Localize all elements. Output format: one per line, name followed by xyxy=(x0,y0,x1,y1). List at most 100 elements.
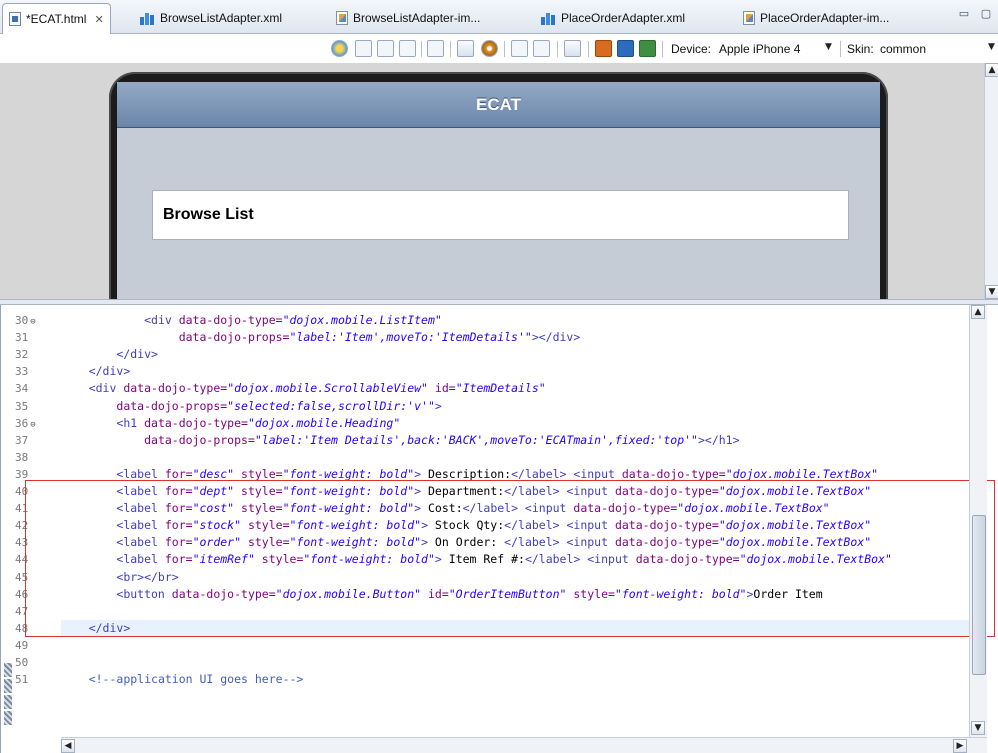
fit-screen-icon[interactable] xyxy=(427,40,444,57)
fold-toggle-icon[interactable]: ⊖ xyxy=(30,317,35,327)
scroll-left-icon[interactable]: ◀ xyxy=(61,739,75,753)
code-token: > xyxy=(434,552,442,567)
code-token: for= xyxy=(164,535,193,550)
code-line[interactable] xyxy=(61,654,969,671)
line-number-text: 33 xyxy=(15,365,29,379)
minimize-icon[interactable]: ▭ xyxy=(958,7,970,20)
code-token: "font-weight: bold" xyxy=(282,484,415,498)
code-token: "font-weight: bold" xyxy=(282,501,415,516)
tab-ecat-html[interactable]: *ECAT.html ✕ xyxy=(2,3,111,34)
outline-icon[interactable] xyxy=(377,40,394,57)
editor-horizontal-scrollbar[interactable]: ◀ ▶ xyxy=(61,737,987,753)
line-number: 41 xyxy=(15,500,59,517)
code-token: > xyxy=(421,535,428,550)
code-line[interactable]: </div> xyxy=(61,346,969,363)
code-line[interactable]: <!--application UI goes here--> xyxy=(61,671,969,688)
tab-browselistadapter-xml[interactable]: BrowseListAdapter.xml xyxy=(140,6,282,30)
ie-preview-icon[interactable] xyxy=(617,40,634,57)
code-token: "dojox.mobile.TextBox" xyxy=(739,552,892,567)
tab-label: BrowseListAdapter.xml xyxy=(160,11,283,25)
tab-browselistadapter-impl[interactable]: BrowseListAdapter-im... xyxy=(336,6,480,30)
line-number: 34 xyxy=(15,380,59,397)
code-token: data-dojo-type= xyxy=(614,484,719,498)
code-line[interactable]: <h1 data-dojo-type="dojox.mobile.Heading… xyxy=(61,415,969,432)
maximize-icon[interactable]: ▢ xyxy=(980,7,992,20)
code-line[interactable]: <label for="itemRef" style="font-weight:… xyxy=(61,551,969,568)
fold-toggle-icon[interactable]: ⊖ xyxy=(30,420,35,430)
code-line[interactable] xyxy=(61,637,969,654)
split-vertical-icon[interactable] xyxy=(533,40,550,57)
firefox-preview-icon[interactable] xyxy=(595,40,612,57)
code-token: </label> <input xyxy=(524,552,636,567)
code-line[interactable]: data-dojo-props="selected:false,scrollDi… xyxy=(61,398,969,415)
source-editor[interactable]: 30 ⊖ 31 32 33 34 35 36 ⊖ 37 38 39 40 41 42 43 44 45 46 47 48… xyxy=(0,305,998,753)
tab-placeorderadapter-impl[interactable]: PlaceOrderAdapter-im... xyxy=(743,6,889,30)
code-token: data-dojo-props= xyxy=(144,432,255,447)
skin-label: Skin: xyxy=(847,42,874,56)
code-line[interactable]: <label for="desc" style="font-weight: bo… xyxy=(61,466,969,483)
preview-scrollbar[interactable]: ▲ ▼ xyxy=(984,63,998,300)
line-number: 32 xyxy=(15,346,59,363)
code-line[interactable] xyxy=(61,449,969,466)
mobile-heading[interactable]: ECAT xyxy=(117,82,880,128)
code-token: style= xyxy=(566,586,615,601)
code-line[interactable]: <button data-dojo-type="dojox.mobile.But… xyxy=(61,586,969,603)
code-token: style= xyxy=(234,484,283,498)
code-token: <div xyxy=(144,313,179,327)
safari-preview-icon[interactable] xyxy=(639,40,656,57)
toolbar-separator xyxy=(450,41,451,57)
scroll-right-icon[interactable]: ▶ xyxy=(953,739,967,753)
chevron-down-icon[interactable]: ▼ xyxy=(988,42,995,52)
code-token: data-dojo-props= xyxy=(116,398,228,413)
scroll-thumb[interactable] xyxy=(972,515,986,675)
code-token: style= xyxy=(234,466,283,481)
code-line[interactable]: data-dojo-props="label:'Item Details',ba… xyxy=(61,432,969,449)
code-line[interactable]: <label for="order" style="font-weight: b… xyxy=(61,534,969,551)
split-horizontal-icon[interactable] xyxy=(511,40,528,57)
code-token: "order" xyxy=(192,535,242,550)
code-token: "dojox.mobile.TextBox" xyxy=(725,466,879,481)
code-line[interactable]: data-dojo-props="label:'Item',moveTo:'It… xyxy=(61,329,969,346)
line-number: 31 xyxy=(15,329,59,346)
code-token: "dojox.mobile.Heading" xyxy=(247,415,401,430)
code-line[interactable]: <label for="stock" style="font-weight: b… xyxy=(61,517,969,534)
skin-select[interactable]: common xyxy=(880,42,926,56)
code-line[interactable]: <div data-dojo-type="dojox.mobile.Scroll… xyxy=(61,380,969,397)
code-line[interactable] xyxy=(61,603,969,620)
code-line[interactable]: <br></br> xyxy=(61,569,969,586)
code-token: data-dojo-type= xyxy=(171,586,276,601)
close-icon[interactable]: ✕ xyxy=(94,13,103,26)
scroll-down-icon[interactable]: ▼ xyxy=(985,285,998,299)
code-line[interactable]: </div> xyxy=(61,619,969,637)
list-view-icon[interactable] xyxy=(355,40,372,57)
settings-gear-icon[interactable] xyxy=(481,40,498,57)
tab-placeorderadapter-xml[interactable]: PlaceOrderAdapter.xml xyxy=(541,6,685,30)
code-line[interactable]: </div> xyxy=(61,363,969,380)
palette-icon[interactable] xyxy=(331,40,348,57)
code-token: <label xyxy=(116,501,165,516)
code-token: style= xyxy=(241,518,290,533)
code-token: Cost: xyxy=(421,501,463,516)
refresh-icon[interactable] xyxy=(564,40,581,57)
line-number: 36 ⊖ xyxy=(15,415,59,432)
code-token: </div> xyxy=(116,347,158,362)
scroll-up-icon[interactable]: ▲ xyxy=(985,63,998,77)
code-line[interactable]: <div data-dojo-type="dojox.mobile.ListIt… xyxy=(61,312,969,329)
code-token: data-dojo-type= xyxy=(614,518,719,533)
scroll-down-icon[interactable]: ▼ xyxy=(971,721,985,735)
chevron-down-icon[interactable]: ▼ xyxy=(825,42,832,52)
code-line[interactable]: <label for="dept" style="font-weight: bo… xyxy=(61,483,969,500)
layers-icon[interactable] xyxy=(399,40,416,57)
line-number-text: 49 xyxy=(15,638,29,652)
device-select[interactable]: Apple iPhone 4 xyxy=(719,42,800,56)
editor-vertical-scrollbar[interactable]: ▲ ▼ xyxy=(969,305,987,737)
code-token: data-dojo-type= xyxy=(635,552,740,567)
scroll-up-icon[interactable]: ▲ xyxy=(971,305,985,319)
code-line[interactable]: <label for="cost" style="font-weight: bo… xyxy=(61,500,969,517)
export-icon[interactable] xyxy=(457,40,474,57)
list-item-browse[interactable]: Browse List xyxy=(152,190,849,240)
